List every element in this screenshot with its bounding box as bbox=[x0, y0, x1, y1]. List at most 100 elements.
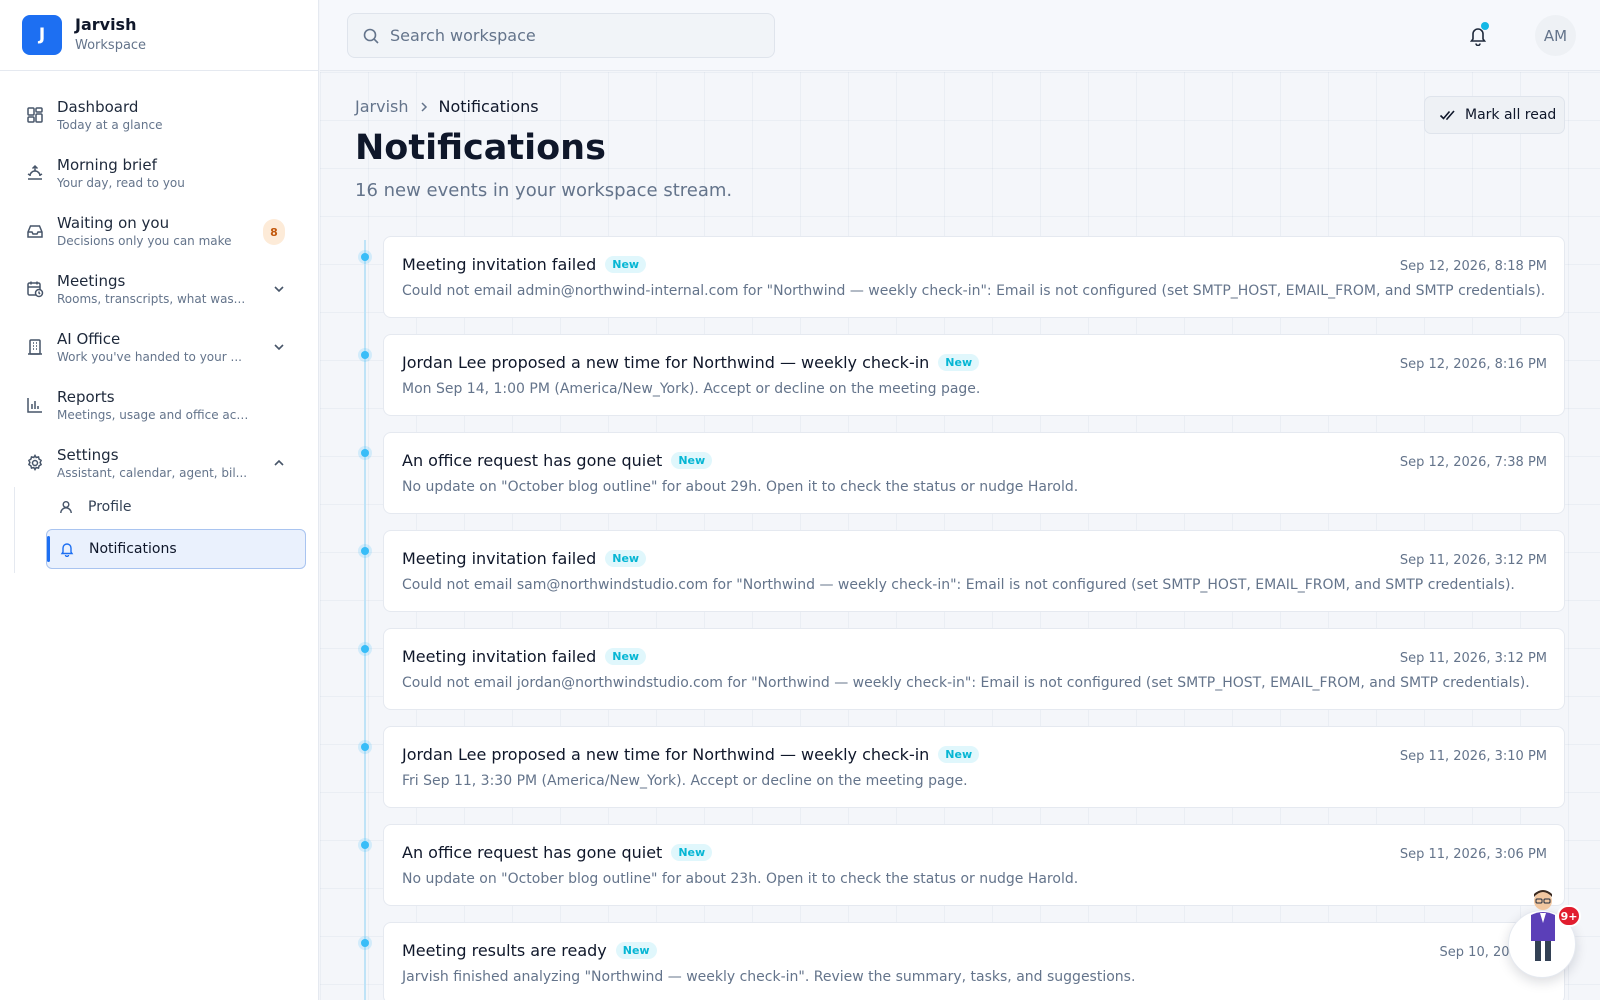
double-check-icon bbox=[1439, 106, 1457, 124]
waiting-count-badge: 8 bbox=[263, 219, 285, 245]
timeline-dot bbox=[361, 449, 369, 457]
notification-body: Mon Sep 14, 1:00 PM (America/New_York). … bbox=[402, 381, 981, 397]
sidebar-item-settings[interactable]: Settings Assistant, calendar, agent, bil… bbox=[0, 434, 319, 492]
sunrise-icon bbox=[25, 163, 45, 183]
sidebar-item-ai-office[interactable]: AI Office Work you've handed to your ... bbox=[0, 318, 319, 376]
mark-all-read-button[interactable]: Mark all read bbox=[1424, 96, 1565, 134]
sidebar-item-label: Waiting on you bbox=[57, 213, 170, 232]
sidebar-item-label: AI Office bbox=[57, 329, 121, 348]
sidebar-item-label: Meetings bbox=[57, 271, 126, 290]
sidebar-item-desc: Rooms, transcripts, what was... bbox=[57, 291, 246, 306]
brand-name: Jarvish bbox=[75, 15, 137, 34]
search-input[interactable] bbox=[390, 26, 770, 45]
notification-card[interactable]: Jordan Lee proposed a new time for North… bbox=[383, 334, 1565, 416]
notification-title: Jordan Lee proposed a new time for North… bbox=[402, 353, 930, 372]
notification-body: Could not email sam@northwindstudio.com … bbox=[402, 577, 1515, 593]
notification-title: Meeting invitation failed bbox=[402, 549, 597, 568]
sidebar-item-label: Reports bbox=[57, 387, 115, 406]
bell-icon bbox=[59, 541, 75, 557]
notification-card[interactable]: Meeting results are ready New Sep 10, 20… bbox=[383, 922, 1565, 1000]
mark-all-read-label: Mark all read bbox=[1465, 107, 1557, 123]
chevron-up-icon[interactable] bbox=[271, 455, 287, 471]
sidebar-item-morning-brief[interactable]: Morning brief Your day, read to you bbox=[0, 144, 319, 202]
timeline-dot bbox=[361, 939, 369, 947]
sidebar-item-label: Dashboard bbox=[57, 97, 139, 116]
building-icon bbox=[25, 337, 45, 357]
notification-card[interactable]: Jordan Lee proposed a new time for North… bbox=[383, 726, 1565, 808]
dashboard-icon bbox=[25, 105, 45, 125]
inbox-icon bbox=[25, 221, 45, 241]
subnav-item-notifications[interactable]: Notifications bbox=[46, 529, 306, 569]
sidebar-item-waiting-on-you[interactable]: Waiting on you Decisions only you can ma… bbox=[0, 202, 319, 260]
notification-body: Jarvish finished analyzing "Northwind — … bbox=[402, 969, 1136, 985]
notification-title: Jordan Lee proposed a new time for North… bbox=[402, 745, 930, 764]
notification-time: Sep 12, 2026, 7:38 PM bbox=[1399, 455, 1547, 470]
notification-title: Meeting invitation failed bbox=[402, 647, 597, 666]
notification-body: Could not email admin@northwind-internal… bbox=[402, 283, 1546, 299]
unread-dot bbox=[1481, 22, 1489, 30]
assistant-avatar-icon bbox=[1531, 890, 1555, 961]
brand-logo: J bbox=[22, 15, 62, 55]
breadcrumb-current: Notifications bbox=[438, 97, 539, 116]
timeline-dot bbox=[361, 743, 369, 751]
notification-body: No update on "October blog outline" for … bbox=[402, 871, 1079, 887]
sidebar-item-meetings[interactable]: Meetings Rooms, transcripts, what was... bbox=[0, 260, 319, 318]
search-icon bbox=[362, 27, 380, 45]
bar-chart-icon bbox=[25, 395, 45, 415]
new-badge: New bbox=[605, 550, 647, 567]
new-badge: New bbox=[671, 844, 713, 861]
sidebar-item-desc: Work you've handed to your ... bbox=[57, 349, 242, 364]
sidebar-item-desc: Assistant, calendar, agent, bil... bbox=[57, 465, 248, 480]
notification-item: Meeting invitation failed New Sep 11, 20… bbox=[320, 530, 1600, 628]
notification-time: Sep 11, 2026, 3:12 PM bbox=[1399, 651, 1547, 666]
search-box[interactable] bbox=[347, 13, 775, 58]
chevron-right-icon bbox=[417, 100, 431, 114]
user-avatar[interactable]: AM bbox=[1535, 15, 1576, 56]
notification-time: Sep 11, 2026, 3:10 PM bbox=[1399, 749, 1547, 764]
sidebar-item-desc: Your day, read to you bbox=[57, 175, 185, 190]
chevron-down-icon[interactable] bbox=[271, 339, 287, 355]
notification-card[interactable]: Meeting invitation failed New Sep 11, 20… bbox=[383, 628, 1565, 710]
notification-card[interactable]: An office request has gone quiet New Sep… bbox=[383, 432, 1565, 514]
notification-card[interactable]: An office request has gone quiet New Sep… bbox=[383, 824, 1565, 906]
assistant-unread-badge: 9+ bbox=[1557, 905, 1581, 927]
sidebar-item-label: Morning brief bbox=[57, 155, 157, 174]
calendar-clock-icon bbox=[25, 279, 45, 299]
notification-body: Could not email jordan@northwindstudio.c… bbox=[402, 675, 1530, 691]
notification-body: Fri Sep 11, 3:30 PM (America/New_York). … bbox=[402, 773, 968, 789]
notification-card[interactable]: Meeting invitation failed New Sep 11, 20… bbox=[383, 530, 1565, 612]
notification-card[interactable]: Meeting invitation failed New Sep 12, 20… bbox=[383, 236, 1565, 318]
notification-title: Meeting invitation failed bbox=[402, 255, 597, 274]
timeline-dot bbox=[361, 351, 369, 359]
notifications-bell-icon[interactable] bbox=[1467, 22, 1489, 46]
breadcrumb-root-link[interactable]: Jarvish bbox=[355, 97, 409, 116]
notification-item: Meeting invitation failed New Sep 11, 20… bbox=[320, 628, 1600, 726]
sidebar-item-reports[interactable]: Reports Meetings, usage and office activ… bbox=[0, 376, 319, 434]
notification-time: Sep 11, 2026, 3:06 PM bbox=[1399, 847, 1547, 862]
notification-title: An office request has gone quiet bbox=[402, 843, 663, 862]
brand[interactable]: J Jarvish Workspace bbox=[0, 0, 318, 71]
page-subtitle: 16 new events in your workspace stream. bbox=[355, 180, 733, 201]
sidebar: J Jarvish Workspace Dashboard Today at a… bbox=[0, 0, 319, 1000]
settings-subnav: Profile Notifications bbox=[14, 487, 306, 573]
breadcrumb: Jarvish Notifications bbox=[355, 97, 539, 116]
sidebar-item-desc: Today at a glance bbox=[57, 117, 163, 132]
brand-subtitle: Workspace bbox=[75, 38, 147, 53]
timeline-dot bbox=[361, 547, 369, 555]
subnav-item-profile[interactable]: Profile bbox=[46, 487, 306, 527]
topbar: AM bbox=[320, 0, 1600, 71]
new-badge: New bbox=[605, 256, 647, 273]
gear-icon bbox=[25, 453, 45, 473]
notification-item: An office request has gone quiet New Sep… bbox=[320, 432, 1600, 530]
new-badge: New bbox=[605, 648, 647, 665]
main-content: Jarvish Notifications Notifications 16 n… bbox=[320, 72, 1600, 1000]
chevron-down-icon[interactable] bbox=[271, 281, 287, 297]
notification-item: An office request has gone quiet New Sep… bbox=[320, 824, 1600, 922]
sidebar-item-dashboard[interactable]: Dashboard Today at a glance bbox=[0, 86, 319, 144]
notification-time: Sep 12, 2026, 8:16 PM bbox=[1399, 357, 1547, 372]
assistant-launcher-button[interactable]: 9+ bbox=[1508, 890, 1581, 978]
new-badge: New bbox=[671, 452, 713, 469]
new-badge: New bbox=[938, 746, 980, 763]
notification-item: Jordan Lee proposed a new time for North… bbox=[320, 334, 1600, 432]
new-badge: New bbox=[615, 942, 657, 959]
